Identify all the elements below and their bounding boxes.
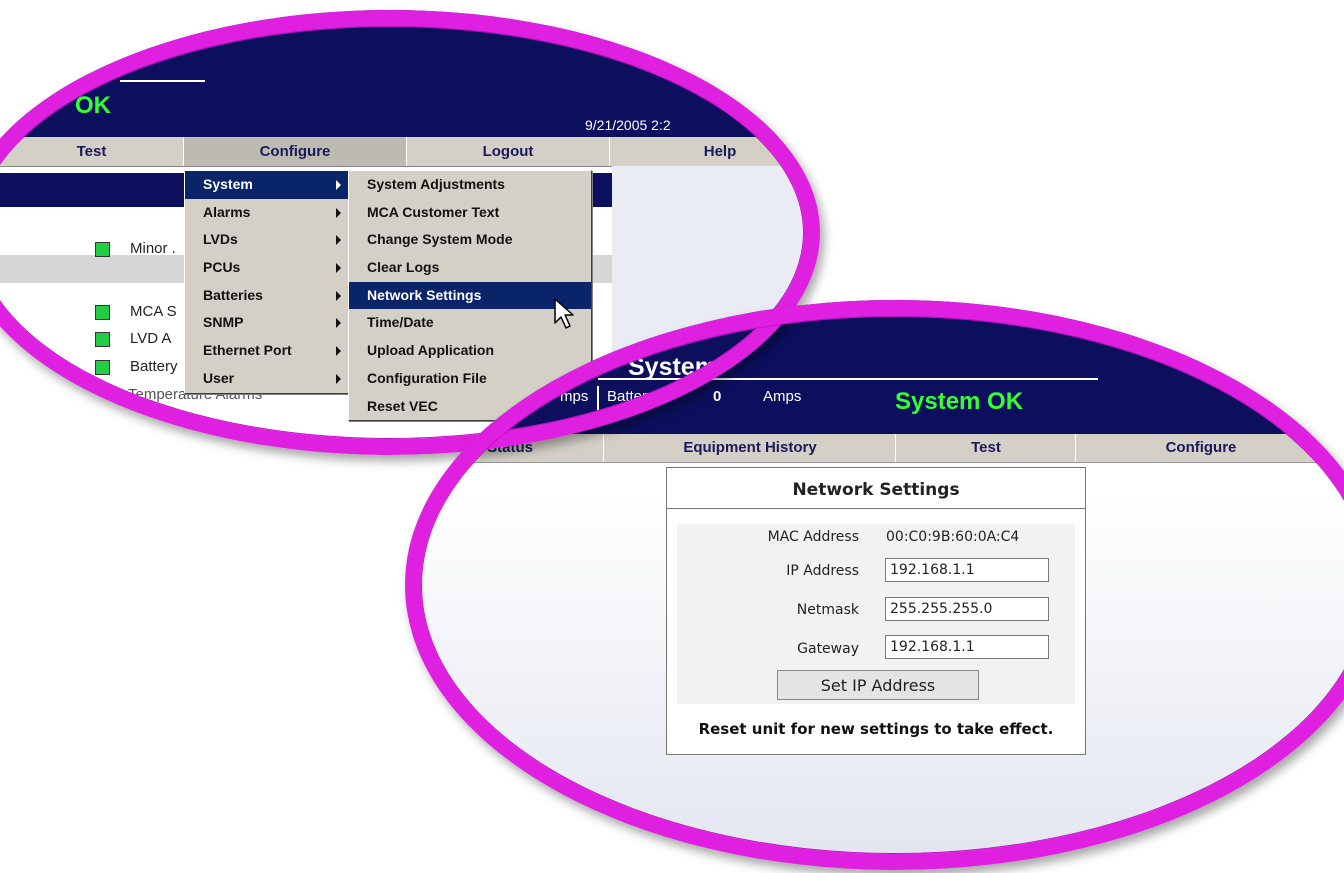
top-datetime: 9/21/2005 2:2: [585, 117, 671, 133]
netmask-field[interactable]: [885, 597, 1049, 621]
gateway-label: Gateway: [797, 641, 859, 657]
alarm-ok-indicator-icon: [95, 241, 110, 257]
info-separator: [597, 386, 599, 410]
menu-item-label: Alarms: [203, 203, 251, 220]
tab-help[interactable]: Help: [610, 137, 820, 166]
alarm-ok-indicator-icon: [95, 359, 110, 375]
panel-title: Network Settings: [667, 468, 1085, 509]
mac-address-label: MAC Address: [767, 529, 859, 545]
menu-item-clear-logs[interactable]: Clear Logs: [349, 254, 591, 282]
submenu-arrow-icon: [336, 235, 341, 246]
submenu-arrow-icon: [336, 290, 341, 301]
load-unit: mps: [560, 388, 589, 405]
submenu-arrow-icon: [336, 373, 341, 384]
alarm-row: LVD A: [95, 330, 171, 347]
reset-note: Reset unit for new settings to take effe…: [698, 720, 1054, 738]
alarm-label: Minor .: [130, 240, 176, 257]
system-status: System OK: [895, 388, 1024, 415]
tab-status[interactable]: Status: [405, 434, 603, 462]
configure-menu: System Alarms LVDs PCUs Batteries SNMP E…: [184, 170, 350, 394]
network-settings-form: MAC Address 00:C0:9B:60:0A:C4 IP Address…: [677, 524, 1075, 704]
submenu-arrow-icon: [336, 318, 341, 329]
menu-item-label: SNMP: [203, 314, 244, 331]
tab-configure[interactable]: Configure: [184, 137, 407, 166]
menu-item-user[interactable]: User: [185, 365, 349, 393]
battery-value: 0: [713, 388, 722, 405]
top-nav-bar: Test Configure Logout Help: [0, 137, 820, 167]
submenu-arrow-icon: [336, 346, 341, 357]
battery-unit: Amps: [763, 388, 802, 405]
menu-item-label: User: [203, 369, 235, 386]
tab-test[interactable]: Test: [895, 434, 1076, 462]
header-divider: [598, 378, 1098, 380]
alarm-row: Minor .: [95, 240, 176, 257]
submenu-arrow-icon: [336, 180, 341, 190]
alarm-label: Battery: [130, 358, 178, 375]
tab-configure[interactable]: Configure: [1075, 434, 1326, 462]
header-divider: [120, 80, 205, 82]
alarm-label: MCA S: [130, 303, 177, 320]
network-settings-panel: Network Settings MAC Address 00:C0:9B:60…: [666, 467, 1086, 755]
netmask-label: Netmask: [796, 602, 859, 618]
bottom-screenshot-ellipse: System mps Battery: 0 Amps System OK Sta…: [405, 300, 1344, 870]
ip-address-label: IP Address: [786, 563, 859, 579]
menu-item-label: Batteries: [203, 286, 263, 303]
alarm-ok-indicator-icon: [95, 331, 110, 347]
menu-item-pcus[interactable]: PCUs: [185, 254, 349, 282]
submenu-arrow-icon: [336, 263, 341, 274]
menu-item-label: PCUs: [203, 259, 241, 276]
arrow-pointer-icon: [554, 298, 574, 329]
menu-item-alarms[interactable]: Alarms: [185, 199, 349, 227]
alarm-row: MCA S: [95, 303, 177, 320]
tab-logout[interactable]: Logout: [407, 137, 610, 166]
alarm-row: Battery: [95, 358, 178, 375]
submenu-arrow-icon: [336, 207, 341, 218]
menu-item-system-adjustments[interactable]: System Adjustments: [349, 171, 591, 199]
mac-address-value: 00:C0:9B:60:0A:C4: [886, 529, 1020, 545]
menu-item-batteries[interactable]: Batteries: [185, 282, 349, 310]
menu-item-ethernet-port[interactable]: Ethernet Port: [185, 337, 349, 365]
alarm-label: LVD A: [130, 330, 172, 347]
ip-address-field[interactable]: [885, 558, 1049, 582]
bottom-header: [405, 300, 1344, 434]
top-system-status: OK: [75, 92, 111, 119]
battery-label: Battery:: [607, 388, 659, 405]
bottom-nav-bar: Status Equipment History Test Configure: [405, 434, 1344, 463]
set-ip-address-button[interactable]: Set IP Address: [777, 670, 979, 700]
menu-item-snmp[interactable]: SNMP: [185, 309, 349, 337]
tab-test[interactable]: Test: [0, 137, 184, 166]
gateway-field[interactable]: [885, 635, 1049, 659]
menu-item-label: Ethernet Port: [203, 342, 292, 359]
menu-item-change-system-mode[interactable]: Change System Mode: [349, 226, 591, 254]
menu-item-lvds[interactable]: LVDs: [185, 226, 349, 254]
menu-item-mca-customer-text[interactable]: MCA Customer Text: [349, 199, 591, 227]
alarm-ok-indicator-icon: [95, 304, 110, 320]
menu-item-label: System: [203, 176, 253, 192]
menu-item-label: LVDs: [203, 231, 238, 248]
tab-equipment-history[interactable]: Equipment History: [603, 434, 896, 462]
menu-item-system[interactable]: System: [185, 171, 349, 199]
top-header: [0, 10, 820, 137]
